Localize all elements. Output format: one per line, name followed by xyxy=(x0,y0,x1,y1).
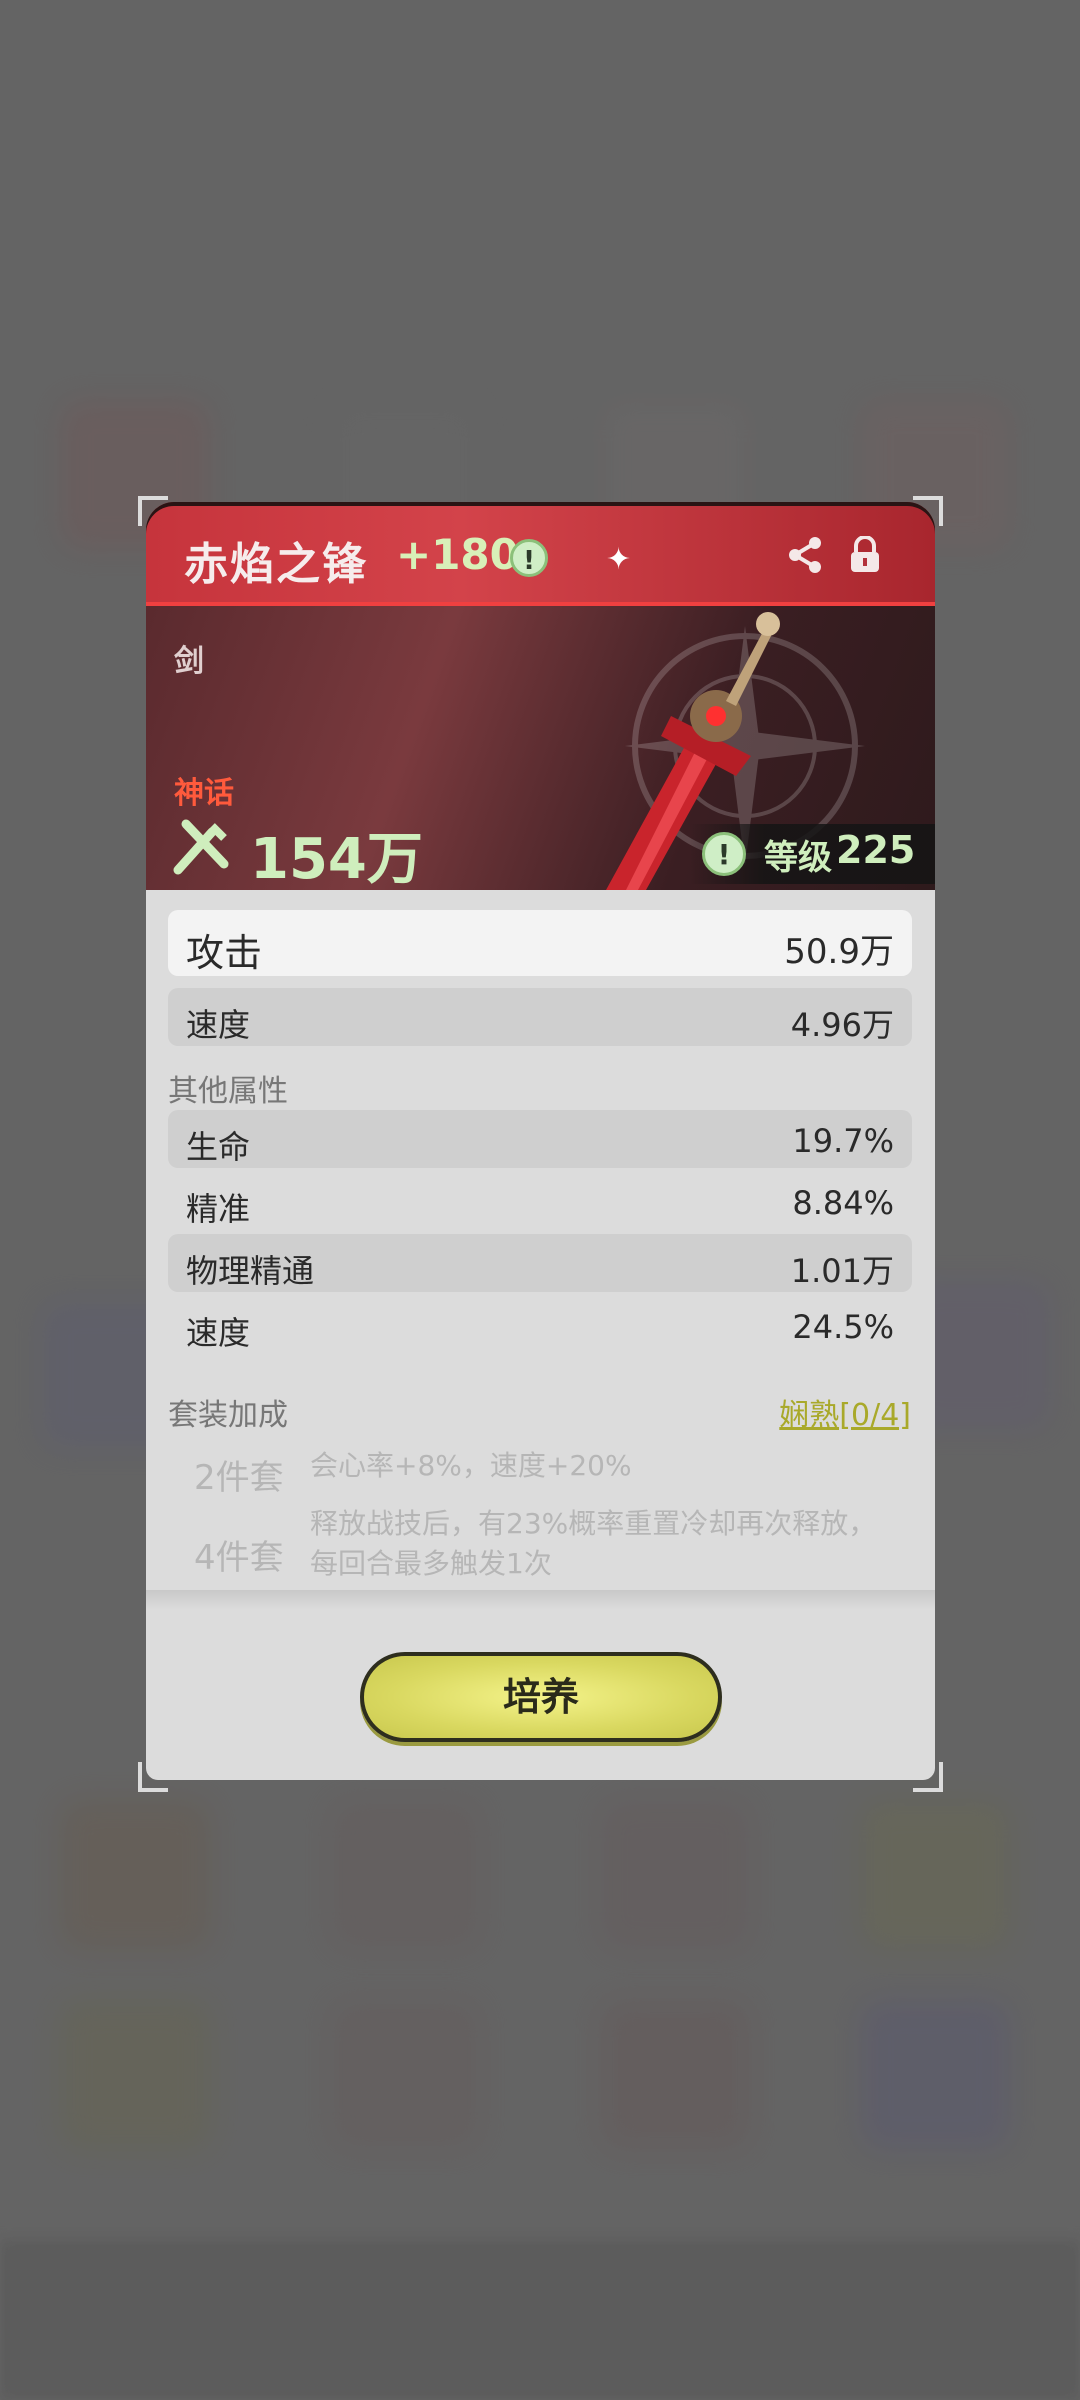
stat-value: 19.7% xyxy=(792,1122,894,1160)
set-bonus-heading: 套装加成 xyxy=(168,1398,288,1433)
combat-power: 154万 xyxy=(250,827,423,890)
stat-label: 速度 xyxy=(186,1006,251,1044)
level-value: 225 xyxy=(836,828,916,872)
weapon-type: 剑 xyxy=(174,644,204,679)
power-icon xyxy=(173,819,229,875)
mastery-link[interactable]: 娴熟[0/4] xyxy=(779,1390,911,1434)
share-icon[interactable] xyxy=(786,536,824,574)
corner-ornament xyxy=(138,1762,168,1792)
set-2-desc: 会心率+8%，速度+20% xyxy=(310,1449,632,1482)
card-header: 赤焰之锋 +180 ! ✦ xyxy=(146,502,935,606)
item-hero: 剑 神话 154万 ! 等级 225 xyxy=(146,606,935,890)
sparkle-icon: ✦ xyxy=(606,542,632,577)
stat-value: 1.01万 xyxy=(790,1252,894,1290)
stats-panel: 攻击 50.9万 速度 4.96万 其他属性 生命 19.7% 精准 8.84%… xyxy=(146,890,935,1780)
stat-value: 24.5% xyxy=(792,1308,894,1346)
equipment-detail-card: 赤焰之锋 +180 ! ✦ 剑 神话 154万 ! 等级 225 攻击 50.9… xyxy=(138,496,943,1792)
stat-label: 攻击 xyxy=(186,931,263,975)
item-name: 赤焰之锋 xyxy=(184,539,368,590)
corner-ornament xyxy=(913,1762,943,1792)
stat-row-attack: 攻击 50.9万 xyxy=(168,910,912,976)
stat-label: 物理精通 xyxy=(186,1252,315,1290)
lock-icon[interactable] xyxy=(848,536,882,574)
set-2-name: 2件套 xyxy=(194,1458,284,1498)
stat-label: 精准 xyxy=(186,1190,251,1228)
other-attributes-heading: 其他属性 xyxy=(168,1074,288,1109)
stat-row-hp: 生命 19.7% xyxy=(168,1110,912,1168)
level-label: 等级 xyxy=(764,838,832,878)
level-info-icon[interactable]: ! xyxy=(702,832,746,876)
corner-ornament xyxy=(138,496,168,526)
set-4-name: 4件套 xyxy=(194,1538,284,1578)
corner-ornament xyxy=(913,496,943,526)
enhance-level: +180 xyxy=(396,530,519,579)
stat-value: 4.96万 xyxy=(790,1006,894,1044)
train-button[interactable]: 培养 xyxy=(360,1652,722,1742)
stat-row-speed-percent: 速度 24.5% xyxy=(168,1296,912,1354)
stat-label: 速度 xyxy=(186,1314,251,1352)
stat-row-accuracy: 精准 8.84% xyxy=(168,1172,912,1230)
stat-value: 50.9万 xyxy=(784,932,894,972)
stat-row-speed: 速度 4.96万 xyxy=(168,988,912,1046)
rarity-label: 神话 xyxy=(174,776,234,811)
stat-label: 生命 xyxy=(186,1128,251,1166)
stat-value: 8.84% xyxy=(792,1184,894,1222)
info-icon[interactable]: ! xyxy=(510,539,548,577)
set-4-desc: 释放战技后，有23%概率重置冷却再次释放，每回合最多触发1次 xyxy=(310,1507,877,1580)
stat-row-physical-mastery: 物理精通 1.01万 xyxy=(168,1234,912,1292)
scroll-fade xyxy=(146,1590,935,1610)
